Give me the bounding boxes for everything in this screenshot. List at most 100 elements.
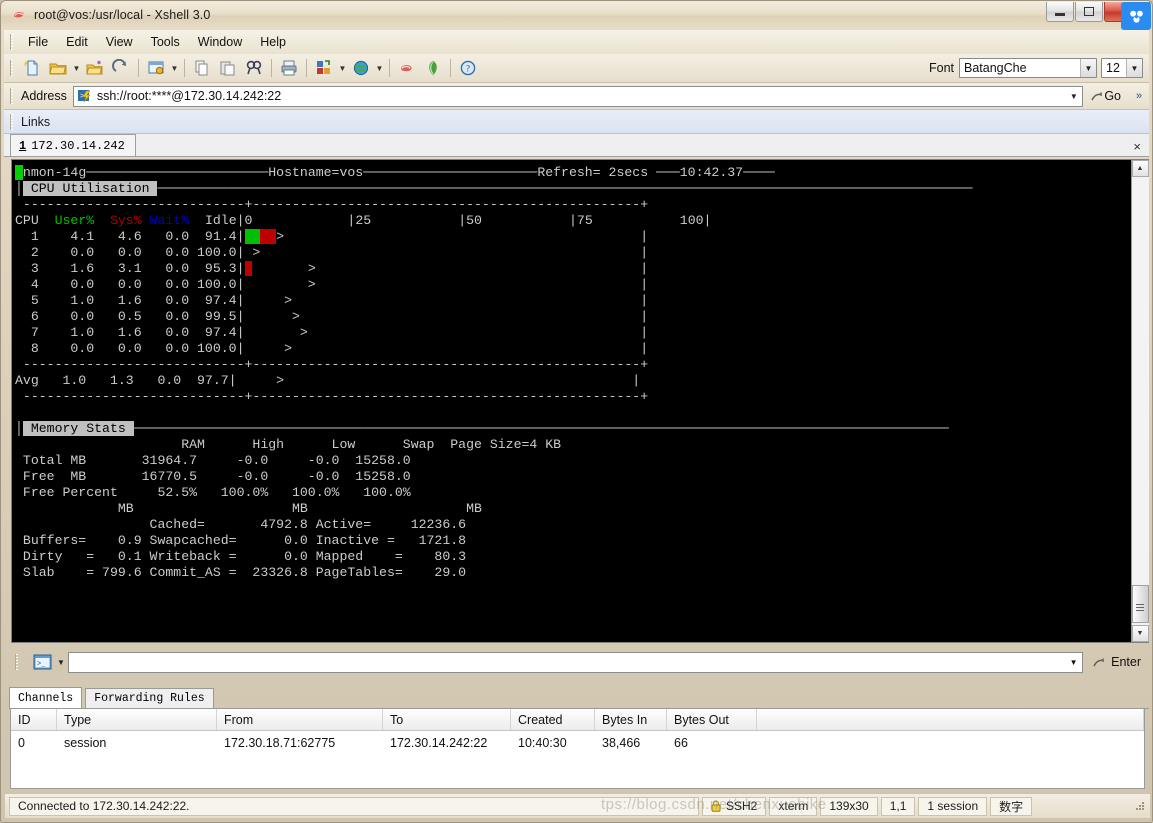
- maximize-button[interactable]: [1075, 2, 1103, 22]
- scroll-down-icon[interactable]: ▼: [1131, 625, 1149, 642]
- font-size-value: 12: [1106, 61, 1120, 75]
- grid-header-row: ID Type From To Created Bytes In Bytes O…: [11, 709, 1144, 731]
- svg-text:>_: >_: [37, 661, 46, 669]
- cmdbar-gripper[interactable]: [15, 654, 20, 670]
- help-icon[interactable]: ?: [456, 56, 480, 80]
- enter-label: Enter: [1111, 655, 1141, 669]
- menu-bar: File Edit View Tools Window Help: [4, 30, 1149, 54]
- menu-tools[interactable]: Tools: [142, 32, 189, 52]
- chevron-down-icon[interactable]: ▼: [1065, 87, 1082, 106]
- terminal-area: nmon-14g───────────────────────Hostname=…: [11, 159, 1149, 643]
- cell-id: 0: [18, 735, 25, 750]
- column-header-from[interactable]: From: [217, 709, 383, 730]
- transfer-icon[interactable]: [312, 56, 336, 80]
- chevron-down-icon[interactable]: ▼: [1080, 59, 1096, 77]
- toolbar-separator: [184, 59, 185, 77]
- toolbar-overflow-chevron[interactable]: »: [1129, 90, 1149, 102]
- tab-channels[interactable]: Channels: [9, 687, 83, 708]
- status-security: SSH2: [702, 796, 767, 816]
- column-header-type[interactable]: Type: [57, 709, 217, 730]
- scroll-up-icon[interactable]: ▲: [1131, 160, 1149, 177]
- column-header-filler: [757, 709, 1144, 730]
- resize-grip[interactable]: [1134, 800, 1146, 812]
- find-icon[interactable]: [242, 56, 266, 80]
- menu-window[interactable]: Window: [189, 32, 251, 52]
- toolbar-separator: [450, 59, 451, 77]
- table-row[interactable]: 0 session 172.30.18.71:62775 172.30.14.2…: [11, 731, 1144, 754]
- toolbar-separator: [306, 59, 307, 77]
- toolbar-separator: [271, 59, 272, 77]
- properties-icon[interactable]: [144, 56, 168, 80]
- chevron-down-icon[interactable]: ▼: [1126, 59, 1142, 77]
- globe-icon[interactable]: [349, 56, 373, 80]
- command-history-arrow[interactable]: ▼: [54, 658, 68, 667]
- open-folder-icon[interactable]: [46, 56, 70, 80]
- font-name-value: BatangChe: [964, 61, 1027, 75]
- bottom-tab-strip: Channels Forwarding Rules: [9, 687, 1149, 709]
- title-bar: root@vos:/usr/local - Xshell 3.0 X: [1, 1, 1152, 30]
- xshell-app-icon: [11, 7, 27, 23]
- session-tab[interactable]: 1 172.30.14.242: [10, 134, 136, 156]
- chevron-down-icon[interactable]: ▼: [1065, 658, 1082, 667]
- xftp-icon[interactable]: [421, 56, 445, 80]
- paste-icon[interactable]: [216, 56, 240, 80]
- lock-icon: [711, 799, 721, 813]
- terminal-screen[interactable]: nmon-14g───────────────────────Hostname=…: [12, 160, 1131, 642]
- minimize-button[interactable]: [1046, 2, 1074, 22]
- menu-edit[interactable]: Edit: [57, 32, 97, 52]
- go-button[interactable]: Go: [1083, 89, 1129, 104]
- address-label: Address: [21, 89, 67, 103]
- session-tab-strip: 1 172.30.14.242 ×: [4, 134, 1149, 157]
- tab-forwarding-rules[interactable]: Forwarding Rules: [85, 688, 214, 708]
- channels-grid: ID Type From To Created Bytes In Bytes O…: [10, 709, 1145, 789]
- properties-dropdown-arrow[interactable]: ▼: [169, 56, 180, 80]
- transfer-dropdown-arrow[interactable]: ▼: [337, 56, 348, 80]
- command-bar: >_ ▼ ▼ Enter: [9, 649, 1149, 675]
- command-input[interactable]: ▼: [68, 651, 1084, 673]
- column-header-to[interactable]: To: [383, 709, 511, 730]
- open-session-icon[interactable]: [83, 56, 107, 80]
- xshell-icon[interactable]: [395, 56, 419, 80]
- column-header-id[interactable]: ID: [11, 709, 57, 730]
- globe-dropdown-arrow[interactable]: ▼: [374, 56, 385, 80]
- window-title: root@vos:/usr/local - Xshell 3.0: [34, 8, 211, 22]
- open-dropdown-arrow[interactable]: ▼: [71, 56, 82, 80]
- cloud-badge-icon[interactable]: [1121, 2, 1151, 30]
- enter-button[interactable]: Enter: [1083, 655, 1149, 670]
- menu-view[interactable]: View: [97, 32, 142, 52]
- font-size-combo[interactable]: 12 ▼: [1101, 58, 1143, 78]
- new-session-icon[interactable]: [20, 56, 44, 80]
- tab-channels-label: Channels: [18, 691, 74, 705]
- reconnect-icon[interactable]: [109, 56, 133, 80]
- status-message: Connected to 172.30.14.242:22.: [9, 796, 699, 816]
- status-size: 139x30: [820, 796, 878, 816]
- enter-arrow-icon: [1091, 655, 1106, 670]
- ssh-protocol-icon: >: [77, 89, 92, 104]
- font-label: Font: [928, 61, 954, 75]
- status-protocol: SSH2: [726, 799, 758, 813]
- go-arrow-icon: [1089, 89, 1104, 104]
- copy-icon[interactable]: [190, 56, 214, 80]
- address-input[interactable]: > ssh://root:****@172.30.14.242:22 ▼: [72, 85, 1084, 107]
- font-name-combo[interactable]: BatangChe ▼: [959, 58, 1097, 78]
- terminal-icon[interactable]: >_: [30, 651, 54, 673]
- menu-file[interactable]: File: [19, 32, 57, 52]
- links-label: Links: [21, 114, 51, 129]
- cell-bytes-out: 66: [674, 735, 688, 750]
- addressbar-gripper[interactable]: [10, 88, 15, 104]
- status-ime: 数字: [990, 796, 1033, 816]
- terminal-scrollbar[interactable]: ▲ ▼: [1131, 160, 1149, 642]
- menubar-gripper[interactable]: [10, 34, 15, 50]
- print-icon[interactable]: [277, 56, 301, 80]
- scrollbar-thumb[interactable]: [1131, 585, 1149, 623]
- xshell-window: root@vos:/usr/local - Xshell 3.0 X File …: [0, 0, 1153, 823]
- close-tab-icon[interactable]: ×: [1133, 140, 1141, 153]
- column-header-bytes-out[interactable]: Bytes Out: [667, 709, 757, 730]
- cell-bytes-in: 38,466: [602, 735, 641, 750]
- column-header-bytes-in[interactable]: Bytes In: [595, 709, 667, 730]
- linksbar-gripper[interactable]: [10, 113, 15, 130]
- toolbar-gripper[interactable]: [10, 60, 15, 76]
- column-header-created[interactable]: Created: [511, 709, 595, 730]
- scrollbar-track[interactable]: [1131, 177, 1149, 625]
- menu-help[interactable]: Help: [251, 32, 295, 52]
